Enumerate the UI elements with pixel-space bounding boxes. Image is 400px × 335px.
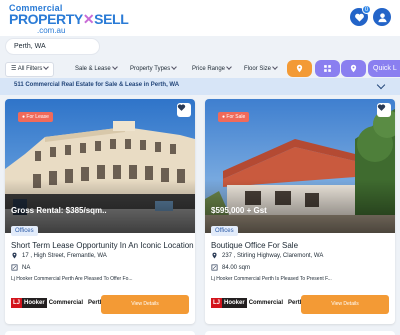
agency-logo: LJ Hooker Commercial Perth (211, 297, 303, 309)
site-header: Commercial PROPERTY✕SELL .com.au 0 (0, 0, 400, 36)
agency-logo-lj: LJ (11, 298, 23, 308)
floor-size-label: Floor Size (244, 66, 272, 72)
logo-sell: SELL (94, 11, 129, 27)
agency-logo-lj: LJ (211, 298, 223, 308)
all-filters-label: All Filters (17, 66, 43, 72)
listing-status-tag: ● For Lease (18, 112, 53, 122)
listing-category-badge: Offices (11, 226, 38, 236)
listing-size-text: 84.00 sqm (222, 264, 251, 271)
agency-logo-hooker: Hooker (222, 298, 247, 308)
property-types-label: Property Types (130, 66, 171, 72)
chevron-down-icon (226, 64, 232, 70)
heart-icon (177, 104, 186, 111)
price-range-dropdown[interactable]: Price Range (192, 62, 232, 77)
map-marker-icon (350, 64, 357, 73)
listing-price: $595,000 + Gst (211, 206, 267, 215)
results-summary-bar[interactable]: 511 Commercial Real Estate for Sale & Le… (0, 78, 400, 95)
property-types-dropdown[interactable]: Property Types (130, 62, 178, 77)
filter-bar: ☰ All Filters Sale & Lease Property Type… (0, 58, 400, 80)
area-icon (11, 264, 18, 271)
quick-links-button[interactable]: Quick L (368, 60, 400, 77)
next-listing-card-peek (205, 331, 395, 335)
listing-photo[interactable]: ● For Lease Gross Rental: $385/sqm.. (5, 99, 195, 233)
listing-description: Lj Hooker Commercial Perth Is Pleased To… (211, 276, 332, 282)
agency-logo: LJ Hooker Commercial Perth (11, 297, 103, 309)
logo-property: PROPERTY (9, 11, 83, 27)
listing-status-label: For Sale (226, 114, 246, 120)
view-details-button[interactable]: View Details (101, 295, 189, 314)
listing-floor-size: 84.00 sqm (211, 264, 250, 271)
listing-address: 17 , High Street, Fremantle, WA (11, 252, 107, 259)
listing-card[interactable]: ● For Sale $595,000 + Gst Offices Boutiq… (205, 99, 395, 324)
logo-x-mark: ✕ (82, 11, 95, 27)
listing-photo[interactable]: ● For Sale $595,000 + Gst (205, 99, 395, 233)
listing-address-text: 17 , High Street, Fremantle, WA (22, 252, 107, 259)
logo-line-2: PROPERTY✕SELL (9, 11, 129, 28)
heart-icon (354, 13, 364, 22)
nearby-view-button[interactable] (287, 60, 312, 77)
results-count-text: 511 Commercial Real Estate for Sale & Le… (14, 82, 180, 88)
listing-card[interactable]: ● For Lease Gross Rental: $385/sqm.. Off… (5, 99, 195, 324)
listing-title[interactable]: Boutique Office For Sale (211, 241, 298, 250)
listing-status-label: For Lease (26, 114, 49, 120)
listing-address-text: 237 , Stirling Highway, Claremont, WA (222, 252, 324, 259)
grid-view-button[interactable] (315, 60, 340, 77)
map-pin-icon (12, 252, 17, 259)
listing-price: Gross Rental: $385/sqm.. (11, 206, 107, 215)
chevron-down-icon (43, 64, 50, 70)
sale-lease-dropdown[interactable]: Sale & Lease (75, 62, 118, 77)
chevron-down-icon (171, 64, 178, 70)
search-row: Perth, WA (0, 36, 400, 58)
all-filters-button[interactable]: ☰ All Filters (5, 62, 55, 77)
chevron-down-icon (272, 64, 278, 70)
favourites-count-badge: 0 (362, 5, 371, 14)
map-view-button[interactable] (341, 60, 366, 77)
listing-status-tag: ● For Sale (218, 112, 250, 122)
floor-size-dropdown[interactable]: Floor Size (244, 62, 278, 77)
listing-floor-size: NA (11, 264, 30, 271)
next-listing-card-peek (5, 331, 195, 335)
filter-sliders-icon: ☰ (11, 66, 17, 72)
map-pin-icon (212, 252, 217, 259)
listing-category-badge: Offices (211, 226, 238, 236)
location-search-input[interactable]: Perth, WA (5, 38, 100, 55)
save-listing-button[interactable] (177, 103, 191, 117)
favourites-button[interactable]: 0 (350, 5, 371, 26)
agency-logo-commercial: Commercial (248, 300, 284, 306)
grid-icon (324, 65, 331, 72)
logo-domain: .com.au (37, 26, 66, 35)
view-details-button[interactable]: View Details (301, 295, 389, 314)
listing-description: Lj Hooker Commercial Perth Are Pleased T… (11, 276, 133, 282)
price-range-label: Price Range (192, 66, 226, 72)
location-pin-icon (296, 64, 303, 73)
listing-title[interactable]: Short Term Lease Opportunity In An Iconi… (11, 241, 194, 250)
user-icon (377, 12, 387, 22)
chevron-down-icon (376, 80, 386, 90)
agency-logo-hooker: Hooker (22, 298, 47, 308)
listing-address: 237 , Stirling Highway, Claremont, WA (211, 252, 323, 259)
area-icon (211, 264, 218, 271)
agency-logo-commercial: Commercial (48, 300, 84, 306)
sale-lease-label: Sale & Lease (75, 66, 111, 72)
account-button[interactable] (373, 8, 391, 26)
heart-icon (377, 104, 386, 111)
save-listing-button[interactable] (377, 103, 391, 117)
chevron-down-icon (111, 64, 118, 70)
brand-logo[interactable]: Commercial PROPERTY✕SELL .com.au (9, 3, 129, 35)
listing-size-text: NA (22, 264, 31, 271)
